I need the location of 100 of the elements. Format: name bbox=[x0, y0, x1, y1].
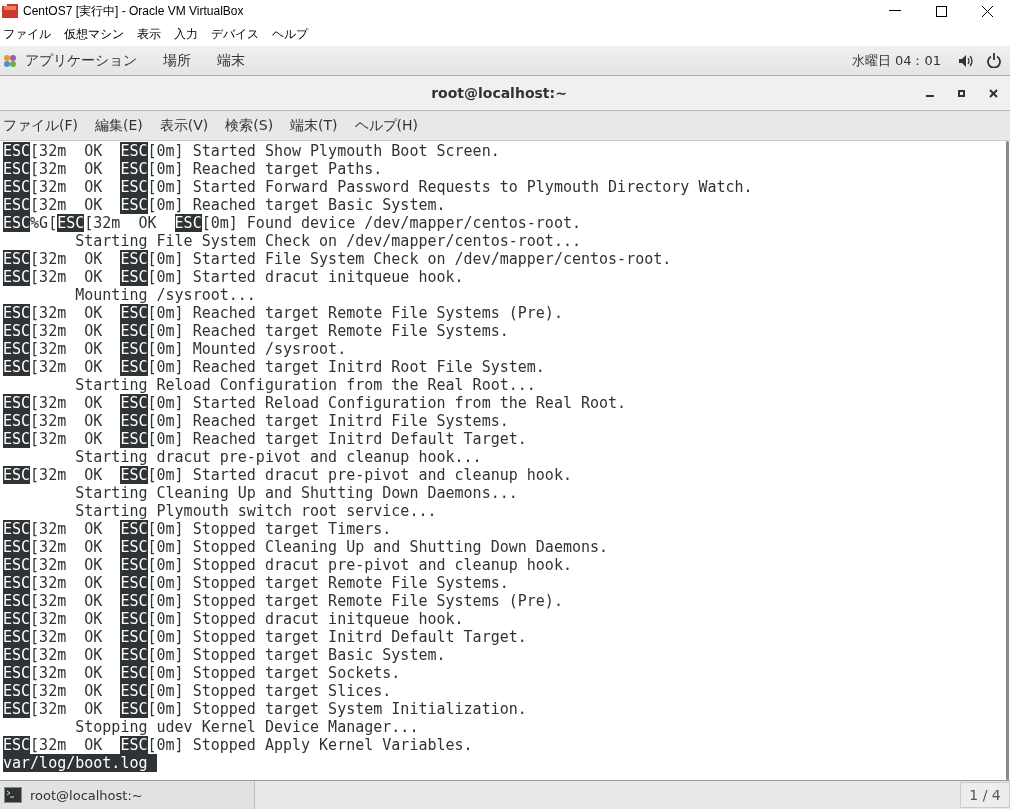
terminal-text: [32m OK bbox=[30, 466, 104, 484]
highlighted-text: ESC bbox=[120, 610, 148, 628]
highlighted-text: ESC bbox=[3, 682, 31, 700]
terminal-text: Starting File System Check on /dev/mapper/centos-root... bbox=[74, 232, 581, 250]
minimize-icon bbox=[889, 10, 901, 12]
terminal-text: [32m OK bbox=[30, 142, 104, 160]
terminal-text: [0m] Stopped target Remote File Systems. bbox=[147, 574, 509, 592]
terminal-text: [32m OK bbox=[30, 628, 104, 646]
terminal-text: [32m OK bbox=[30, 646, 104, 664]
workspace-indicator[interactable]: 1 / 4 bbox=[960, 782, 1010, 808]
close-icon bbox=[989, 88, 999, 98]
taskbar-window[interactable]: root@localhost:~ bbox=[0, 781, 255, 809]
terminal-text: [0m] Stopped target Basic System. bbox=[147, 646, 446, 664]
terminal-text: Starting dracut pre-pivot and cleanup hook... bbox=[74, 448, 482, 466]
terminal-text: [0m] Reached target Initrd File Systems. bbox=[147, 412, 509, 430]
terminal-text: Starting Plymouth switch root service... bbox=[74, 502, 437, 520]
terminal-text: [32m OK bbox=[30, 700, 104, 718]
terminal-text: [32m OK bbox=[30, 250, 104, 268]
terminal-text: [32m OK bbox=[30, 520, 104, 538]
highlighted-text: ESC bbox=[120, 322, 148, 340]
highlighted-text: ESC bbox=[3, 736, 31, 754]
terminal-text: [0m] Started Reload Configuration from the Real Root. bbox=[147, 394, 627, 412]
close-icon bbox=[981, 5, 993, 17]
menu-item[interactable]: ファイル(F) bbox=[0, 116, 86, 135]
terminal-text: [0m] Stopped dracut pre-pivot and cleanup hook. bbox=[147, 556, 572, 574]
terminal-text: [0m] Stopped target Initrd Default Target. bbox=[147, 628, 527, 646]
highlighted-text: ESC bbox=[120, 358, 148, 376]
terminal-text: [0m] Started Show Plymouth Boot Screen. bbox=[147, 142, 500, 160]
terminal-text: [0m] Stopped Cleaning Up and Shutting Down Daemons. bbox=[147, 538, 609, 556]
menu-item[interactable]: 端末(T) bbox=[287, 116, 346, 135]
maximize-icon bbox=[958, 89, 966, 97]
terminal-text: [32m OK bbox=[30, 178, 104, 196]
terminal-text: [32m OK bbox=[30, 196, 104, 214]
highlighted-text: ESC bbox=[120, 520, 148, 538]
highlighted-text: ESC bbox=[3, 250, 31, 268]
terminal-text: [32m OK bbox=[30, 574, 104, 592]
highlighted-text: ESC bbox=[3, 664, 31, 682]
terminal-title: root@localhost:~ bbox=[430, 85, 567, 101]
menu-item[interactable]: 仮想マシン bbox=[61, 26, 131, 42]
highlighted-text: ESC bbox=[3, 412, 31, 430]
terminal-text: [0m] Stopped Apply Kernel Variables. bbox=[147, 736, 473, 754]
terminal-text: Starting Cleaning Up and Shutting Down Daemons... bbox=[74, 484, 518, 502]
terminal-text: [0m] Stopped dracut initqueue hook. bbox=[147, 610, 464, 628]
highlighted-text: ESC bbox=[57, 214, 85, 232]
terminal-text: [0m] Reached target Basic System. bbox=[147, 196, 446, 214]
terminal-text: Mounting /sysroot... bbox=[74, 286, 256, 304]
menu-item[interactable]: ファイル bbox=[0, 26, 58, 42]
highlighted-text: ESC bbox=[3, 196, 31, 214]
top-bar-menu[interactable]: 場所 bbox=[163, 51, 191, 70]
highlighted-text: ESC bbox=[3, 358, 31, 376]
highlighted-text: ESC bbox=[120, 646, 148, 664]
terminal-text: %G[ bbox=[30, 214, 58, 232]
terminal-text: [0m] Started File System Check on /dev/mapper/centos-root. bbox=[147, 250, 672, 268]
highlighted-text: ESC bbox=[3, 628, 31, 646]
highlighted-text: ESC bbox=[120, 538, 148, 556]
terminal-text: [0m] Reached target Paths. bbox=[147, 160, 383, 178]
menu-item[interactable]: 表示 bbox=[134, 26, 168, 42]
menu-item[interactable]: ヘルプ bbox=[269, 26, 315, 42]
top-bar-menu[interactable]: アプリケーション bbox=[25, 51, 137, 70]
terminal-text: [0m] Started Forward Password Requests to Plymouth Directory Watch. bbox=[147, 178, 753, 196]
highlighted-text: ESC bbox=[3, 160, 31, 178]
highlighted-text: ESC bbox=[120, 178, 148, 196]
terminal-text: [0m] Started dracut initqueue hook. bbox=[147, 268, 464, 286]
scrollbar[interactable] bbox=[1005, 141, 1009, 780]
highlighted-text: ESC bbox=[174, 214, 202, 232]
highlighted-text: ESC bbox=[120, 556, 148, 574]
menu-item[interactable]: ヘルプ(H) bbox=[351, 116, 427, 135]
highlighted-text: ESC bbox=[3, 520, 31, 538]
terminal-text: Stopping udev Kernel Device Manager... bbox=[74, 718, 419, 736]
highlighted-text: ESC bbox=[120, 304, 148, 322]
terminal-text: [0m] Stopped target System Initialization. bbox=[147, 700, 527, 718]
highlighted-text: ESC bbox=[3, 646, 31, 664]
volume-icon[interactable] bbox=[959, 54, 973, 67]
menu-item[interactable]: 検索(S) bbox=[222, 116, 282, 135]
terminal-text: [0m] Reached target Initrd Default Target. bbox=[147, 430, 527, 448]
highlighted-text: ESC bbox=[120, 142, 148, 160]
highlighted-text: ESC bbox=[120, 664, 148, 682]
terminal-text: [0m] Stopped target Slices. bbox=[147, 682, 392, 700]
highlighted-text: ESC bbox=[120, 394, 148, 412]
highlighted-text: ESC bbox=[3, 178, 31, 196]
terminal-text: [32m OK bbox=[30, 160, 104, 178]
menu-item[interactable]: 編集(E) bbox=[92, 116, 151, 135]
menu-item[interactable]: 入力 bbox=[171, 26, 205, 42]
highlighted-text: ESC bbox=[120, 682, 148, 700]
clock[interactable]: 水曜日 04：01 bbox=[851, 51, 941, 70]
terminal-text: [0m] Stopped target Remote File Systems (Pre). bbox=[147, 592, 563, 610]
terminal-text: [32m OK bbox=[30, 538, 104, 556]
menu-item[interactable]: デバイス bbox=[208, 26, 266, 42]
highlighted-text: ESC bbox=[120, 268, 148, 286]
highlighted-text: ESC bbox=[3, 430, 31, 448]
top-bar-menu[interactable]: 端末 bbox=[217, 51, 245, 70]
menu-item[interactable]: 表示(V) bbox=[156, 116, 217, 135]
terminal-text: [32m OK bbox=[30, 304, 104, 322]
terminal-text: [32m OK bbox=[30, 592, 104, 610]
power-icon[interactable] bbox=[987, 53, 1001, 68]
maximize-icon bbox=[935, 5, 947, 17]
terminal-text: [32m OK bbox=[30, 556, 104, 574]
terminal-text: [0m] Found device /dev/mapper/centos-root. bbox=[201, 214, 581, 232]
highlighted-text: ESC bbox=[120, 340, 148, 358]
highlighted-text: ESC bbox=[3, 340, 31, 358]
